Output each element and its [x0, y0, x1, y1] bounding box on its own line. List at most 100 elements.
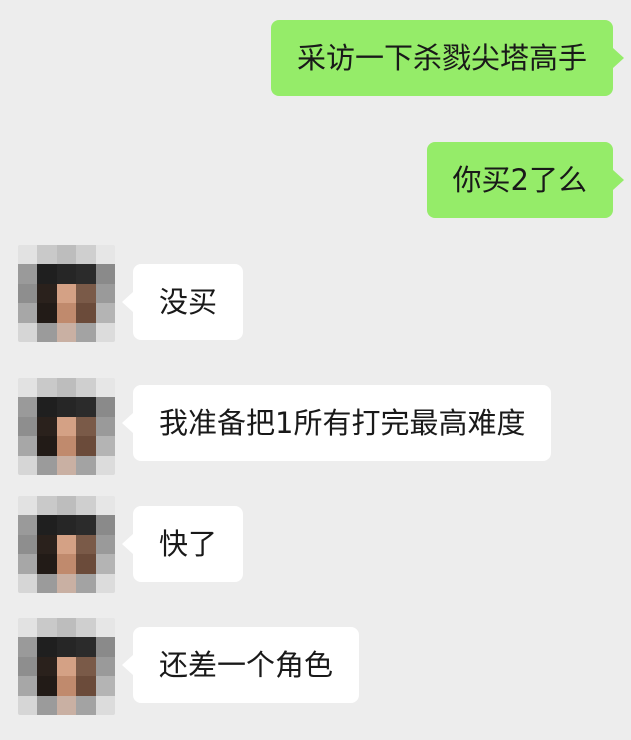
avatar-pixel — [56, 264, 77, 284]
message-bubble-incoming[interactable]: 快了 — [121, 506, 244, 582]
avatar-pixel — [18, 496, 38, 516]
avatar-pixel — [76, 656, 96, 677]
avatar-pixel — [37, 436, 57, 456]
contact-avatar[interactable] — [18, 378, 115, 475]
avatar-pixel — [95, 455, 115, 475]
avatar-pixel — [37, 656, 57, 677]
avatar-pixel — [56, 695, 77, 715]
message-bubble-outgoing[interactable]: 采访一下杀戮尖塔高手 — [270, 20, 625, 96]
message-text: 快了 — [159, 527, 218, 561]
avatar-pixel — [56, 397, 77, 417]
avatar-pixel — [56, 637, 77, 657]
avatar-pixel — [76, 695, 96, 715]
avatar-pixel — [95, 416, 115, 437]
message-text: 我准备把1所有打完最高难度 — [159, 406, 526, 440]
message-text: 还差一个角色 — [159, 648, 334, 682]
avatar-pixel — [56, 455, 77, 475]
avatar-pixel — [18, 656, 38, 677]
avatar-pixel — [56, 378, 77, 398]
avatar-pixel — [37, 515, 57, 535]
avatar-pixel — [37, 264, 57, 284]
avatar-pixel — [56, 436, 77, 456]
avatar-pixel — [56, 496, 77, 516]
avatar-pixel — [76, 496, 96, 516]
avatar-pixel — [37, 322, 57, 342]
avatar-pixel — [76, 303, 96, 323]
avatar-pixel — [37, 283, 57, 304]
avatar-pixel — [95, 245, 115, 265]
avatar-pixel — [18, 695, 38, 715]
avatar-pixel — [56, 245, 77, 265]
avatar-pixel — [95, 496, 115, 516]
message-bubble-incoming[interactable]: 没买 — [121, 264, 244, 340]
avatar-pixel — [76, 515, 96, 535]
avatar-pixel — [76, 245, 96, 265]
avatar-pixel — [95, 436, 115, 456]
avatar-pixel — [95, 378, 115, 398]
avatar-pixel — [18, 378, 38, 398]
avatar-pixel — [76, 455, 96, 475]
avatar-pixel — [95, 573, 115, 593]
avatar-pixel — [95, 618, 115, 638]
avatar-pixel — [76, 264, 96, 284]
avatar-pixel — [18, 554, 38, 574]
avatar-pixel — [95, 637, 115, 657]
avatar-pixel — [56, 416, 77, 437]
avatar-pixel — [37, 416, 57, 437]
avatar-pixel — [95, 322, 115, 342]
avatar-pixel — [95, 534, 115, 555]
avatar-pixel — [37, 397, 57, 417]
message-bubble-outgoing[interactable]: 你买2了么 — [426, 142, 625, 218]
message-text: 你买2了么 — [452, 163, 587, 197]
avatar-pixel — [37, 378, 57, 398]
avatar-pixel — [76, 283, 96, 304]
avatar-pixel — [95, 515, 115, 535]
message-text: 没买 — [159, 285, 218, 319]
avatar-pixel — [18, 436, 38, 456]
avatar-pixel — [37, 618, 57, 638]
avatar-pixel — [76, 378, 96, 398]
avatar-pixel — [95, 676, 115, 696]
avatar-pixel — [18, 416, 38, 437]
avatar-pixel — [95, 264, 115, 284]
avatar-pixel — [56, 656, 77, 677]
avatar-pixel — [18, 283, 38, 304]
contact-avatar[interactable] — [18, 618, 115, 715]
avatar-pixel — [37, 637, 57, 657]
message-bubble-incoming[interactable]: 还差一个角色 — [121, 627, 360, 703]
avatar-pixel — [18, 618, 38, 638]
avatar-pixel — [56, 554, 77, 574]
contact-avatar[interactable] — [18, 496, 115, 593]
avatar-pixel — [95, 397, 115, 417]
avatar-pixel — [37, 695, 57, 715]
avatar-pixel — [76, 637, 96, 657]
avatar-pixel — [37, 455, 57, 475]
avatar-pixel — [76, 554, 96, 574]
avatar-pixel — [18, 322, 38, 342]
avatar-pixel — [18, 264, 38, 284]
avatar-pixel — [95, 695, 115, 715]
avatar-pixel — [18, 534, 38, 555]
avatar-pixel — [95, 283, 115, 304]
avatar-pixel — [95, 656, 115, 677]
avatar-pixel — [37, 496, 57, 516]
contact-avatar[interactable] — [18, 245, 115, 342]
avatar-pixel — [37, 534, 57, 555]
avatar-pixel — [56, 573, 77, 593]
avatar-pixel — [76, 436, 96, 456]
avatar-pixel — [95, 303, 115, 323]
avatar-pixel — [56, 618, 77, 638]
avatar-pixel — [37, 573, 57, 593]
avatar-pixel — [18, 397, 38, 417]
avatar-pixel — [76, 676, 96, 696]
avatar-pixel — [37, 245, 57, 265]
avatar-pixel — [37, 554, 57, 574]
avatar-pixel — [18, 303, 38, 323]
avatar-pixel — [76, 416, 96, 437]
avatar-pixel — [76, 397, 96, 417]
avatar-pixel — [18, 245, 38, 265]
avatar-pixel — [76, 534, 96, 555]
avatar-pixel — [76, 618, 96, 638]
avatar-pixel — [56, 283, 77, 304]
message-bubble-incoming[interactable]: 我准备把1所有打完最高难度 — [121, 385, 552, 461]
